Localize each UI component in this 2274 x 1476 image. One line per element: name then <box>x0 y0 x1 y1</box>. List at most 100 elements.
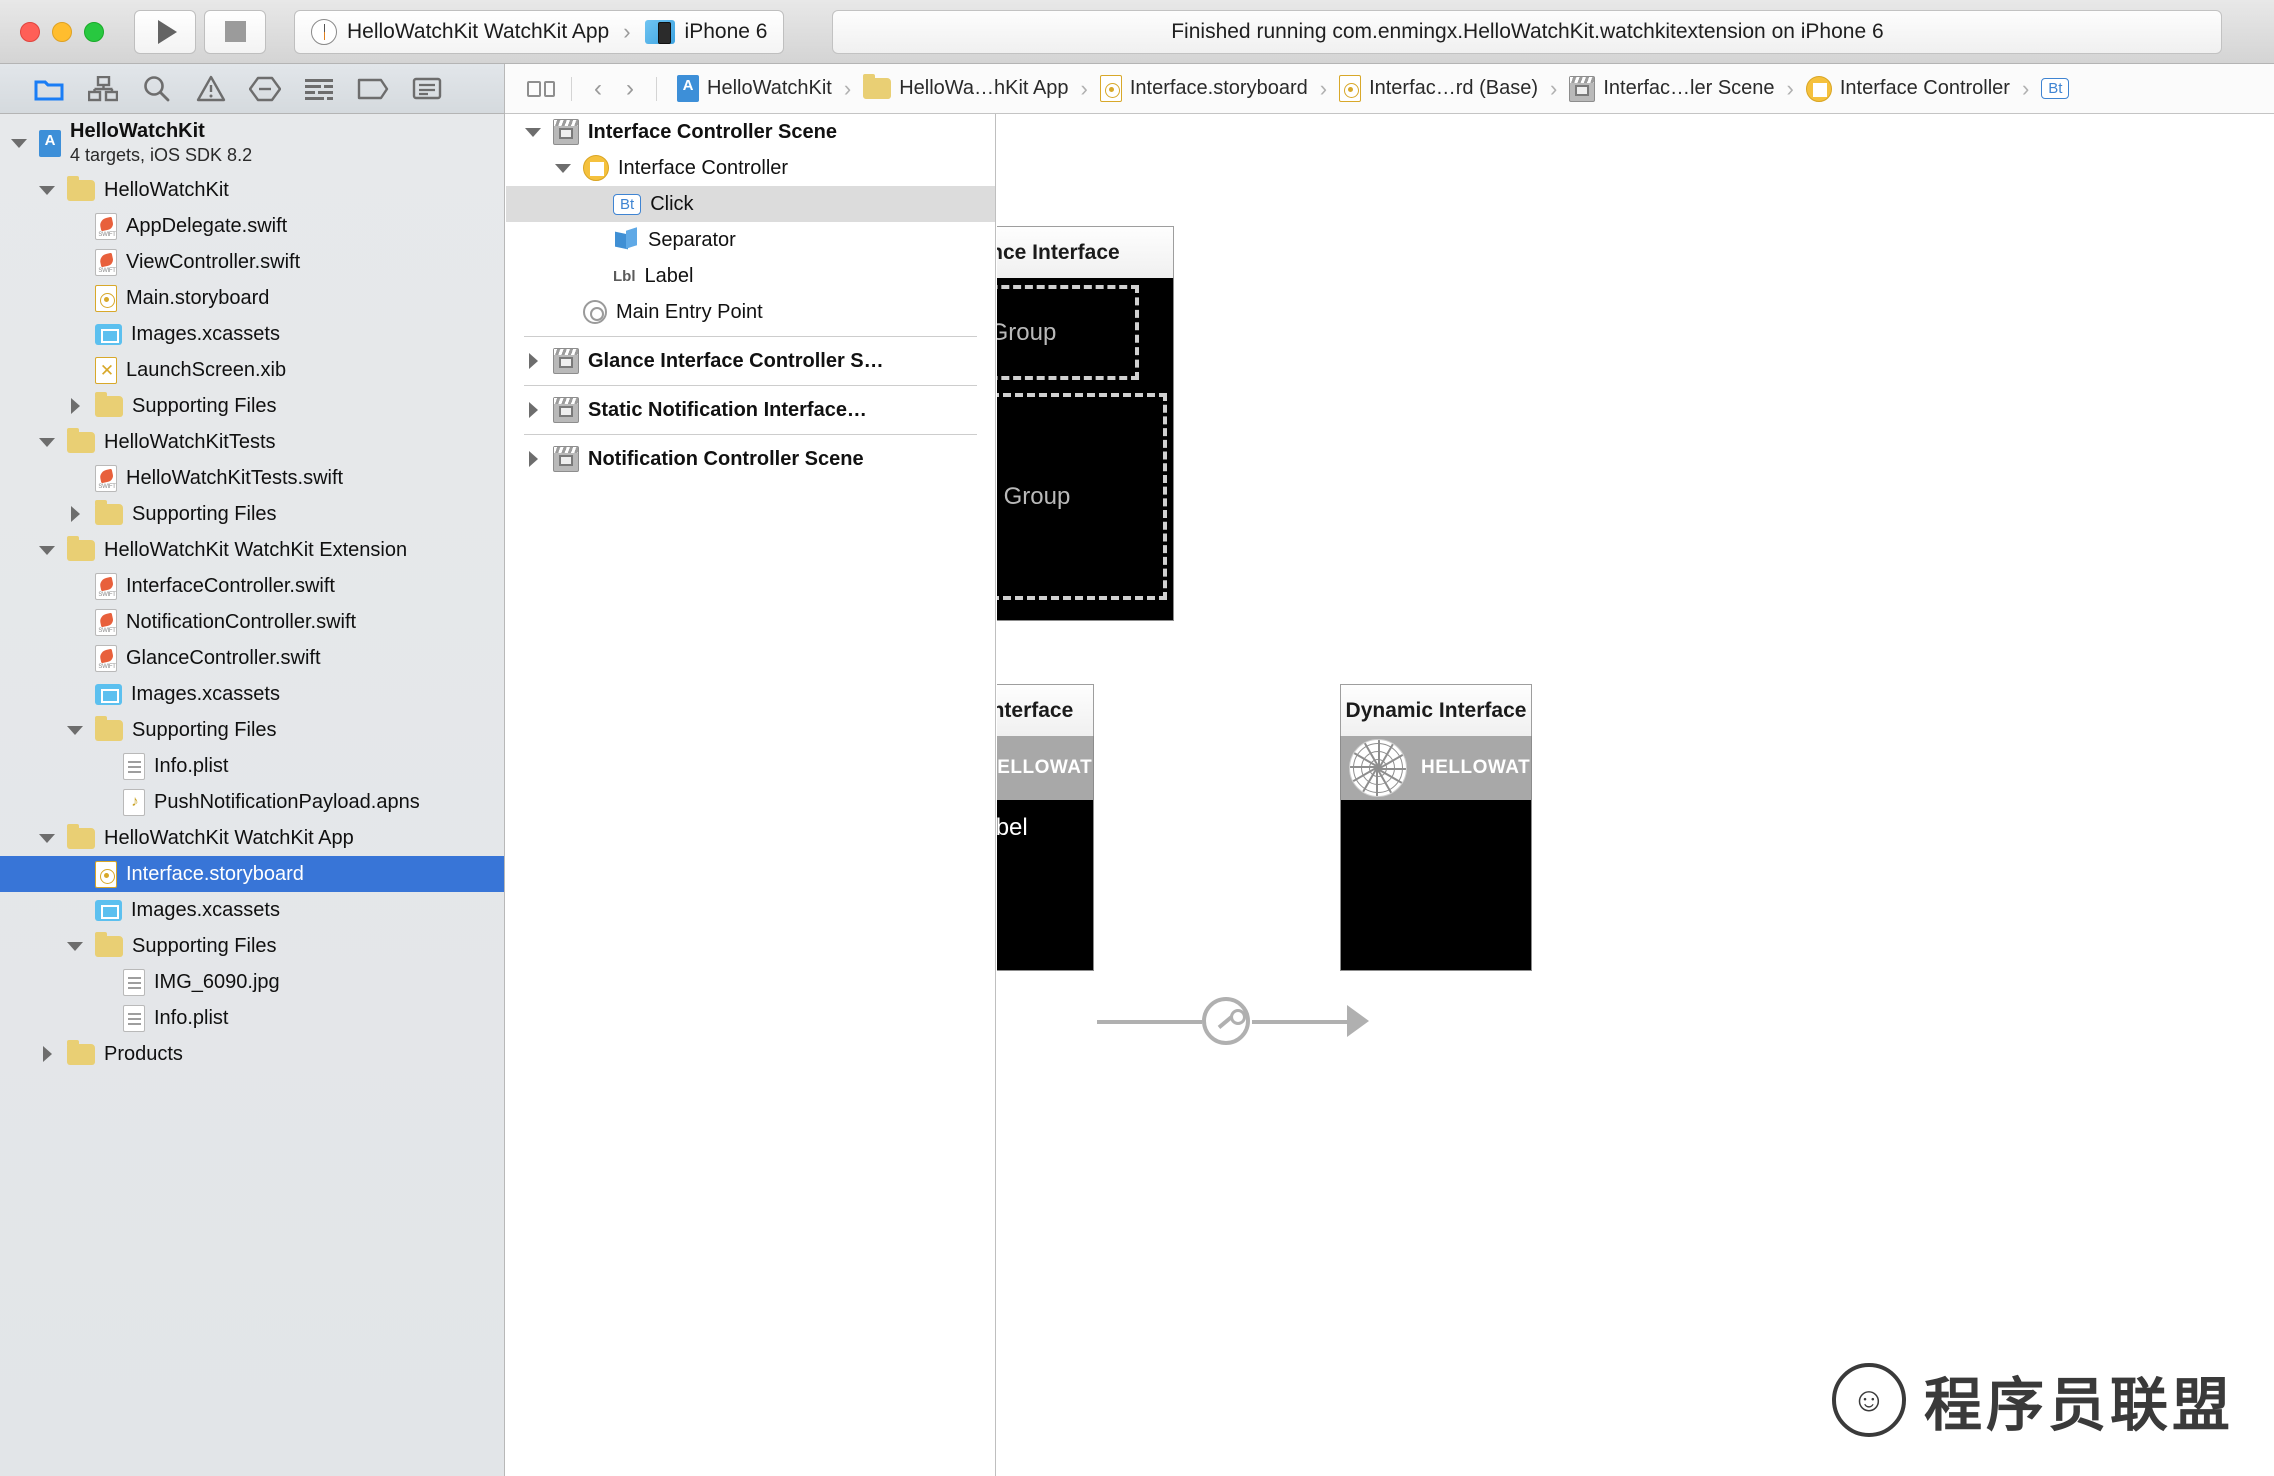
navigator-item-24[interactable]: Products <box>0 1036 504 1072</box>
navigate-back-button[interactable]: ‹ <box>582 75 614 103</box>
disclosure-triangle[interactable] <box>522 353 544 369</box>
swift-icon <box>95 572 118 600</box>
navigator-item-20[interactable]: Images.xcassets <box>0 892 504 928</box>
glance-scene-body[interactable]: Group Group <box>997 278 1174 621</box>
disclosure-triangle[interactable] <box>552 164 574 173</box>
zoom-window-button[interactable] <box>84 21 104 42</box>
outline-item-11[interactable]: Notification Controller Scene <box>506 441 995 477</box>
outline-item-label: Glance Interface Controller S… <box>588 349 884 372</box>
segue-icon[interactable] <box>1202 997 1250 1045</box>
glance-group-bottom[interactable]: Group <box>997 393 1167 600</box>
glance-interface-scene[interactable]: Glance Interface Group Group <box>997 226 1174 621</box>
dynamic-interface-scene[interactable]: Dynamic Interface HELLOWAT… <box>1340 684 1549 971</box>
folder-icon <box>95 931 123 957</box>
disclosure-triangle[interactable] <box>522 451 544 467</box>
cube-icon <box>613 228 639 252</box>
scheme-selector[interactable]: HelloWatchKit WatchKit App › iPhone 6 <box>294 9 785 54</box>
issue-navigator-icon[interactable] <box>184 64 238 114</box>
document-outline[interactable]: Interface Controller Scene Interface Cont… <box>506 114 996 1476</box>
navigator-item-19[interactable]: Interface.storyboard <box>0 856 504 892</box>
navigator-item-12[interactable]: NotificationController.swift <box>0 604 504 640</box>
navigator-item-8[interactable]: HelloWatchKitTests.swift <box>0 460 504 496</box>
run-button[interactable] <box>134 9 196 54</box>
breadcrumb-item-watchapp[interactable]: HelloWa…hKit App <box>853 74 1078 100</box>
navigator-item-13[interactable]: GlanceController.swift <box>0 640 504 676</box>
breadcrumb-item-storyboard[interactable]: Interface.storyboard <box>1090 75 1318 102</box>
debug-navigator-icon[interactable] <box>292 64 346 114</box>
breadcrumb-item-controller[interactable]: Interface Controller <box>1796 75 2020 102</box>
app-icon-placeholder-2 <box>1349 739 1407 797</box>
navigator-item-21[interactable]: Supporting Files <box>0 928 504 964</box>
navigator-item-label: ViewController.swift <box>126 250 301 273</box>
outline-item-4[interactable]: Lbl Label <box>506 258 995 294</box>
storyboard-canvas[interactable]: Glance Glance Interface Group Group Noti… <box>997 114 2274 1476</box>
search-navigator-icon[interactable] <box>130 64 184 114</box>
navigate-forward-button[interactable]: › <box>614 75 646 103</box>
breadcrumb-item-base[interactable]: Interfac…rd (Base) <box>1329 75 1548 102</box>
disclosure-triangle[interactable] <box>8 139 30 148</box>
navigator-item-4[interactable]: Images.xcassets <box>0 316 504 352</box>
static-scene-body[interactable]: HELLOWAT… Alert Label <box>997 736 1111 971</box>
navigator-item-16[interactable]: Info.plist <box>0 748 504 784</box>
navigator-item-3[interactable]: Main.storyboard <box>0 280 504 316</box>
disclosure-triangle[interactable] <box>522 128 544 137</box>
navigator-item-15[interactable]: Supporting Files <box>0 712 504 748</box>
project-navigator-icon[interactable] <box>22 64 76 114</box>
navigator-item-0[interactable]: HelloWatchKit <box>0 172 504 208</box>
navigator-item-7[interactable]: HelloWatchKitTests <box>0 424 504 460</box>
outline-item-1[interactable]: Interface Controller <box>506 150 995 186</box>
report-navigator-icon[interactable] <box>400 64 454 114</box>
navigator-item-5[interactable]: LaunchScreen.xib <box>0 352 504 388</box>
navigator-item-9[interactable]: Supporting Files <box>0 496 504 532</box>
disclosure-triangle[interactable] <box>64 726 86 735</box>
alert-label[interactable]: Alert Label <box>997 800 1093 842</box>
disclosure-triangle[interactable] <box>522 402 544 418</box>
outline-item-label: Separator <box>648 228 736 251</box>
button-badge-icon: Bt <box>613 193 642 215</box>
navigator-item-18[interactable]: HelloWatchKit WatchKit App <box>0 820 504 856</box>
navigator-item-10[interactable]: HelloWatchKit WatchKit Extension <box>0 532 504 568</box>
outline-item-3[interactable]: Separator <box>506 222 995 258</box>
breakpoint-navigator-icon[interactable] <box>346 64 400 114</box>
navigator-item-11[interactable]: InterfaceController.swift <box>0 568 504 604</box>
hierarchy-navigator-icon[interactable] <box>76 64 130 114</box>
project-navigator[interactable]: HelloWatchKit 4 targets, iOS SDK 8.2 Hel… <box>0 114 505 1476</box>
navigator-item-17[interactable]: PushNotificationPayload.apns <box>0 784 504 820</box>
outline-item-5[interactable]: Main Entry Point <box>506 294 995 330</box>
outline-item-2[interactable]: Bt Click <box>506 186 995 222</box>
static-interface-scene[interactable]: Static Interface HELLOWAT… Alert Label <box>997 684 1111 971</box>
navigator-item-22[interactable]: IMG_6090.jpg <box>0 964 504 1000</box>
disclosure-triangle[interactable] <box>64 398 86 414</box>
glance-group-top[interactable]: Group <box>997 285 1139 380</box>
disclosure-triangle[interactable] <box>36 1046 58 1062</box>
disclosure-triangle[interactable] <box>36 834 58 843</box>
navigator-item-6[interactable]: Supporting Files <box>0 388 504 424</box>
breadcrumb-item-scene[interactable]: Interfac…ler Scene <box>1559 75 1784 102</box>
close-window-button[interactable] <box>20 21 40 42</box>
breadcrumb-item-button[interactable]: Bt <box>2031 78 2079 99</box>
breadcrumb-item-project[interactable]: HelloWatchKit <box>667 75 842 102</box>
assistant-editor-toggle[interactable] <box>521 80 561 97</box>
outline-item-7[interactable]: Glance Interface Controller S… <box>506 343 995 379</box>
static-notification-bar: HELLOWAT… <box>997 736 1111 800</box>
breadcrumb-label: Interfac…ler Scene <box>1603 77 1775 99</box>
disclosure-triangle[interactable] <box>36 438 58 447</box>
navigator-item-23[interactable]: Info.plist <box>0 1000 504 1036</box>
test-navigator-icon[interactable] <box>238 64 292 114</box>
minimize-window-button[interactable] <box>52 21 72 42</box>
outline-item-0[interactable]: Interface Controller Scene <box>506 114 995 150</box>
navigator-project-row[interactable]: HelloWatchKit 4 targets, iOS SDK 8.2 <box>0 114 504 172</box>
navigator-item-1[interactable]: AppDelegate.swift <box>0 208 504 244</box>
dynamic-scene-body[interactable]: HELLOWAT… <box>1340 736 1549 971</box>
disclosure-triangle[interactable] <box>64 942 86 951</box>
stop-button[interactable] <box>204 9 266 54</box>
scene-icon <box>553 119 579 145</box>
disclosure-triangle[interactable] <box>36 186 58 195</box>
navigator-item-14[interactable]: Images.xcassets <box>0 676 504 712</box>
outline-item-9[interactable]: Static Notification Interface… <box>506 392 995 428</box>
disclosure-triangle[interactable] <box>64 506 86 522</box>
disclosure-triangle[interactable] <box>36 546 58 555</box>
navigator-item-2[interactable]: ViewController.swift <box>0 244 504 280</box>
breadcrumb-label: Interfac…rd (Base) <box>1369 77 1539 99</box>
folder-icon <box>95 715 123 741</box>
